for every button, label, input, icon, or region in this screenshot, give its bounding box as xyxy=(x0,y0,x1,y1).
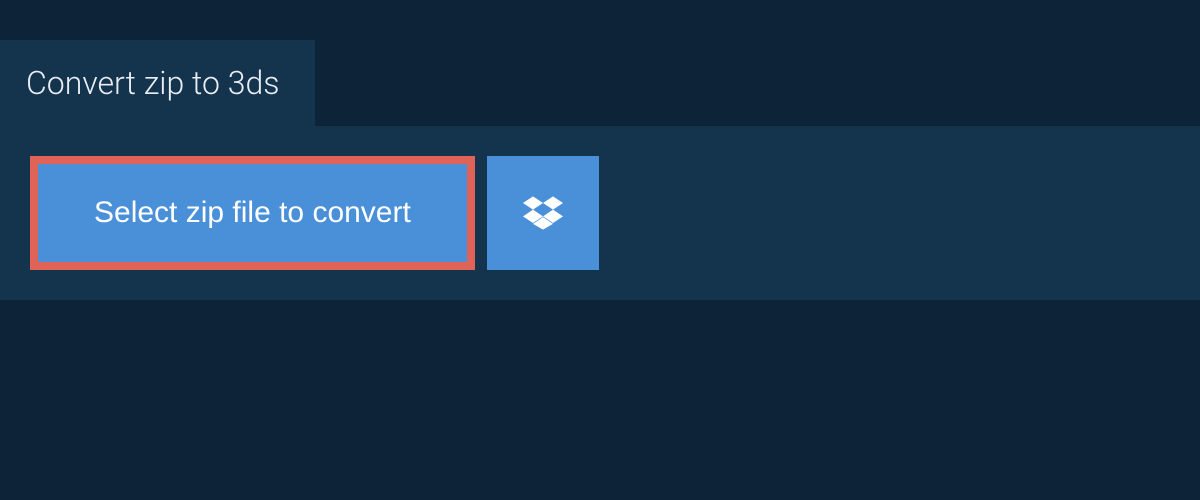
page-title-tab: Convert zip to 3ds xyxy=(0,40,315,126)
page-title: Convert zip to 3ds xyxy=(26,64,279,102)
dropbox-icon xyxy=(523,193,563,233)
dropbox-button[interactable] xyxy=(487,156,599,270)
select-file-label: Select zip file to convert xyxy=(94,196,411,229)
select-button-highlight: Select zip file to convert xyxy=(30,156,475,270)
button-row: Select zip file to convert xyxy=(30,156,1170,270)
select-file-button[interactable]: Select zip file to convert xyxy=(38,164,467,262)
upload-panel: Select zip file to convert xyxy=(0,126,1200,300)
